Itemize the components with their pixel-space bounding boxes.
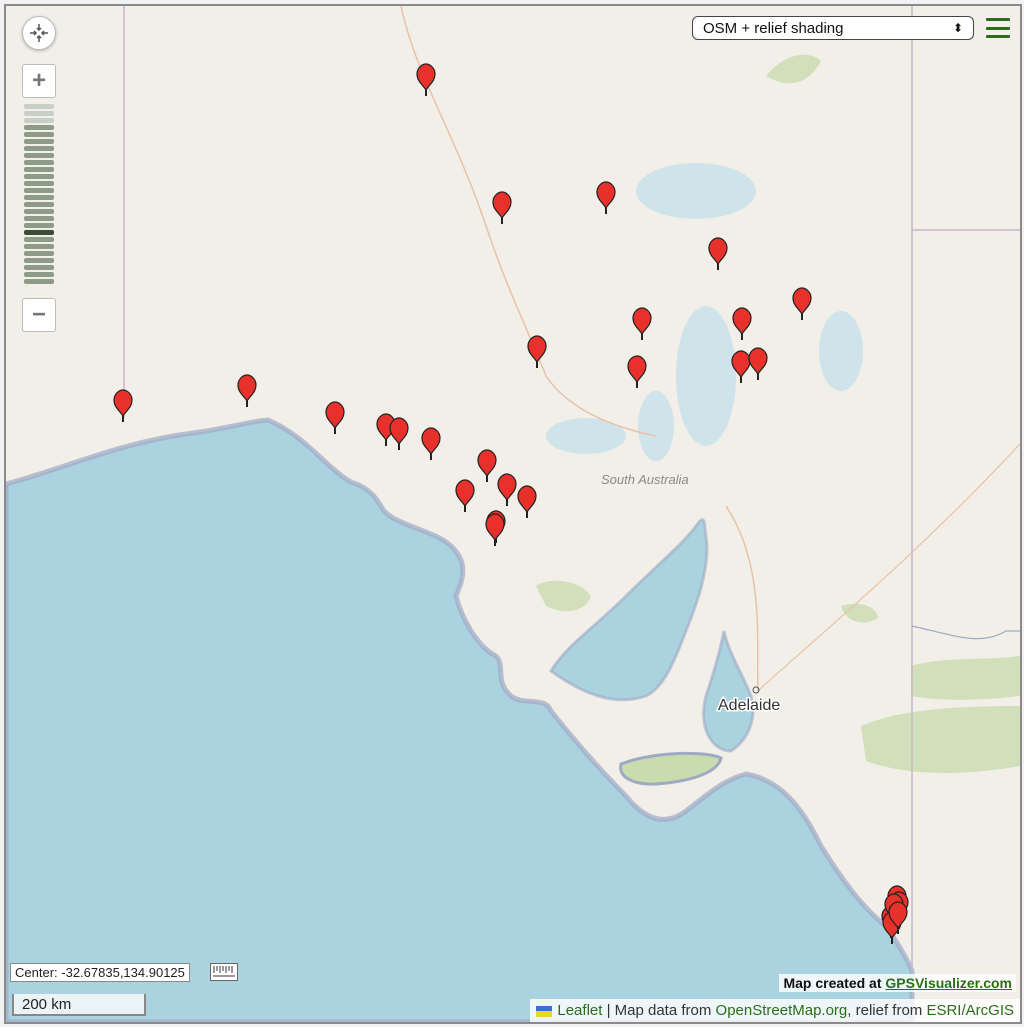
- region-label: South Australia: [601, 472, 689, 487]
- scale-bar: 200 km: [12, 994, 146, 1016]
- zoom-level-step[interactable]: [24, 209, 54, 214]
- zoom-in-button[interactable]: +: [22, 64, 56, 98]
- zoom-level-step[interactable]: [24, 132, 54, 137]
- center-coords: -32.67835,134.90125: [61, 965, 185, 980]
- zoom-level-step[interactable]: [24, 104, 54, 109]
- zoom-level-step[interactable]: [24, 153, 54, 158]
- center-readout: Center: -32.67835,134.90125: [10, 963, 190, 982]
- zoom-level-step[interactable]: [24, 279, 54, 284]
- zoom-level-slider[interactable]: [24, 104, 54, 286]
- layer-select-value: OSM + relief shading: [703, 19, 844, 37]
- zoom-level-step[interactable]: [24, 139, 54, 144]
- select-arrows-icon: ⬍: [952, 21, 963, 35]
- esri-link[interactable]: ESRI/ArcGIS: [926, 1002, 1014, 1019]
- zoom-level-step[interactable]: [24, 111, 54, 116]
- ukraine-flag-icon: [536, 1005, 553, 1017]
- layer-select[interactable]: OSM + relief shading ⬍: [692, 16, 974, 40]
- zoom-level-step[interactable]: [24, 160, 54, 165]
- credit-prefix: Map created at: [783, 975, 886, 991]
- zoom-level-step[interactable]: [24, 258, 54, 263]
- zoom-level-step[interactable]: [24, 181, 54, 186]
- gpsvisualizer-link[interactable]: GPSVisualizer.com: [885, 975, 1012, 991]
- attribution-relief: , relief from: [847, 1002, 927, 1019]
- zoom-level-step[interactable]: [24, 251, 54, 256]
- zoom-level-step[interactable]: [24, 237, 54, 242]
- city-label: Adelaide: [718, 697, 780, 714]
- zoom-level-step[interactable]: [24, 230, 54, 235]
- leaflet-link[interactable]: Leaflet: [557, 1002, 602, 1019]
- hamburger-menu-icon[interactable]: [986, 18, 1010, 38]
- zoom-level-step[interactable]: [24, 244, 54, 249]
- ruler-icon[interactable]: [210, 963, 238, 981]
- crosshair-arrows-icon: [30, 24, 48, 42]
- park-area: [911, 656, 1020, 700]
- ruler-ticks: [213, 966, 235, 977]
- map-canvas[interactable]: South Australia Adelaide: [6, 6, 1020, 1022]
- recenter-button[interactable]: [22, 16, 56, 50]
- scale-label: 200 km: [22, 996, 72, 1013]
- zoom-level-step[interactable]: [24, 125, 54, 130]
- map-credit: Map created at GPSVisualizer.com: [779, 974, 1016, 992]
- zoom-level-step[interactable]: [24, 223, 54, 228]
- zoom-level-step[interactable]: [24, 118, 54, 123]
- zoom-level-step[interactable]: [24, 272, 54, 277]
- attribution-sep: | Map data from: [602, 1002, 716, 1019]
- zoom-out-button[interactable]: −: [22, 298, 56, 332]
- zoom-level-step[interactable]: [24, 216, 54, 221]
- zoom-level-step[interactable]: [24, 167, 54, 172]
- attribution: Leaflet | Map data from OpenStreetMap.or…: [530, 999, 1020, 1022]
- zoom-level-step[interactable]: [24, 146, 54, 151]
- zoom-level-step[interactable]: [24, 265, 54, 270]
- zoom-level-step[interactable]: [24, 195, 54, 200]
- zoom-level-step[interactable]: [24, 174, 54, 179]
- zoom-level-step[interactable]: [24, 202, 54, 207]
- zoom-level-step[interactable]: [24, 188, 54, 193]
- center-label: Center:: [15, 965, 58, 980]
- map-frame: South Australia Adelaide + − OSM + relie…: [4, 4, 1022, 1024]
- osm-link[interactable]: OpenStreetMap.org: [716, 1002, 848, 1019]
